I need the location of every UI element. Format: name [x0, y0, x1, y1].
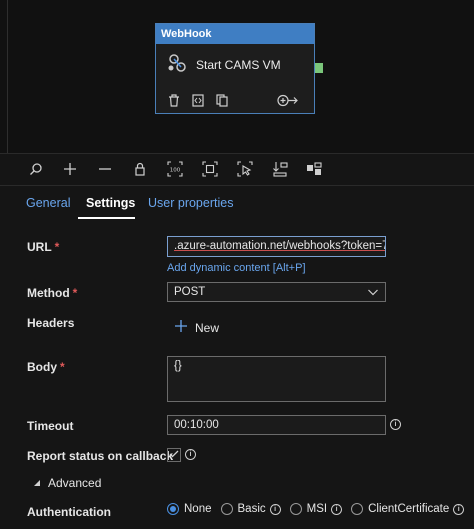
node-type-label: WebHook: [156, 24, 314, 44]
auth-option-label: None: [184, 503, 212, 515]
report-status-label: Report status on callback: [27, 449, 174, 463]
select-icon[interactable]: [237, 161, 253, 177]
add-dynamic-content-link[interactable]: Add dynamic content [Alt+P]: [167, 262, 306, 274]
search-icon[interactable]: [28, 161, 44, 177]
new-header-label: New: [195, 320, 220, 335]
method-value: POST: [174, 286, 206, 298]
body-value: {}: [174, 360, 182, 372]
report-status-info-icon[interactable]: i: [185, 449, 196, 460]
headers-label: Headers: [27, 316, 75, 330]
timeout-input[interactable]: 00:10:00: [167, 415, 386, 435]
auth-option-basic[interactable]: Basic i: [220, 503, 281, 515]
caret-down-icon: [33, 476, 41, 490]
node-title: Start CAMS VM: [196, 57, 281, 72]
tab-user-properties[interactable]: User properties: [148, 196, 233, 210]
webhook-icon: [166, 52, 188, 77]
checkmark-icon: [169, 448, 179, 462]
radio-selected-icon: [167, 503, 179, 515]
svg-text:100: 100: [170, 168, 181, 174]
pipeline-canvas[interactable]: WebHook Start CAMS VM: [0, 0, 474, 153]
auth-option-client-certificate[interactable]: ClientCertificate i: [351, 503, 465, 515]
add-output-icon[interactable]: [277, 94, 299, 110]
body-label: Body *: [27, 360, 65, 374]
canvas-left-border: [7, 0, 8, 153]
tab-general[interactable]: General: [26, 196, 70, 210]
node-output-port[interactable]: [315, 63, 323, 73]
layout-icon[interactable]: [306, 161, 322, 177]
url-value: .azure-automation.net/webhooks?token=7: [174, 240, 386, 252]
radio-icon: [289, 503, 302, 515]
body-textarea[interactable]: {}: [167, 356, 386, 402]
auth-option-label: ClientCertificate: [368, 503, 450, 515]
radio-icon: [220, 503, 233, 515]
advanced-label: Advanced: [48, 476, 102, 490]
delete-icon[interactable]: [168, 94, 180, 110]
chevron-down-icon: [367, 286, 379, 304]
url-input[interactable]: .azure-automation.net/webhooks?token=7: [167, 236, 386, 257]
advanced-section-toggle[interactable]: Advanced: [33, 476, 101, 490]
radio-icon: [351, 503, 364, 515]
basic-info-icon[interactable]: i: [269, 503, 281, 515]
required-marker: *: [54, 240, 60, 254]
timeout-info-icon[interactable]: i: [390, 419, 401, 430]
canvas-toolbar: 100: [0, 153, 474, 186]
plus-icon: [175, 320, 187, 335]
report-status-checkbox[interactable]: [167, 448, 181, 462]
tab-settings[interactable]: Settings: [86, 196, 135, 210]
timeout-value: 00:10:00: [174, 419, 219, 431]
auth-option-msi[interactable]: MSI i: [289, 503, 343, 515]
lock-icon[interactable]: [132, 161, 148, 177]
authentication-radio-group: None Basic i MSI i ClientCertificate i: [167, 503, 473, 515]
method-label: Method *: [27, 286, 78, 300]
url-label: URL *: [27, 240, 60, 254]
active-tab-indicator: [78, 217, 135, 219]
copy-icon[interactable]: [216, 94, 229, 110]
auth-option-label: Basic: [237, 503, 266, 515]
client-certificate-info-icon[interactable]: i: [453, 503, 465, 515]
arrange-icon[interactable]: [272, 161, 288, 177]
authentication-label: Authentication: [27, 505, 111, 519]
auth-option-none[interactable]: None: [167, 503, 212, 515]
required-marker: *: [72, 286, 78, 300]
timeout-label: Timeout: [27, 419, 74, 433]
webhook-activity-node[interactable]: WebHook Start CAMS VM: [155, 23, 315, 114]
code-icon[interactable]: [192, 94, 204, 110]
properties-tabs: General Settings User properties: [0, 196, 474, 220]
fit-screen-icon[interactable]: [202, 161, 218, 177]
minus-icon[interactable]: [97, 161, 113, 177]
required-marker: *: [60, 360, 65, 374]
method-select[interactable]: POST: [167, 282, 386, 302]
auth-option-label: MSI: [306, 503, 328, 515]
zoom-100-icon[interactable]: 100: [167, 161, 183, 177]
add-icon[interactable]: [62, 161, 78, 177]
new-header-button[interactable]: New: [175, 320, 219, 335]
msi-info-icon[interactable]: i: [331, 503, 343, 515]
